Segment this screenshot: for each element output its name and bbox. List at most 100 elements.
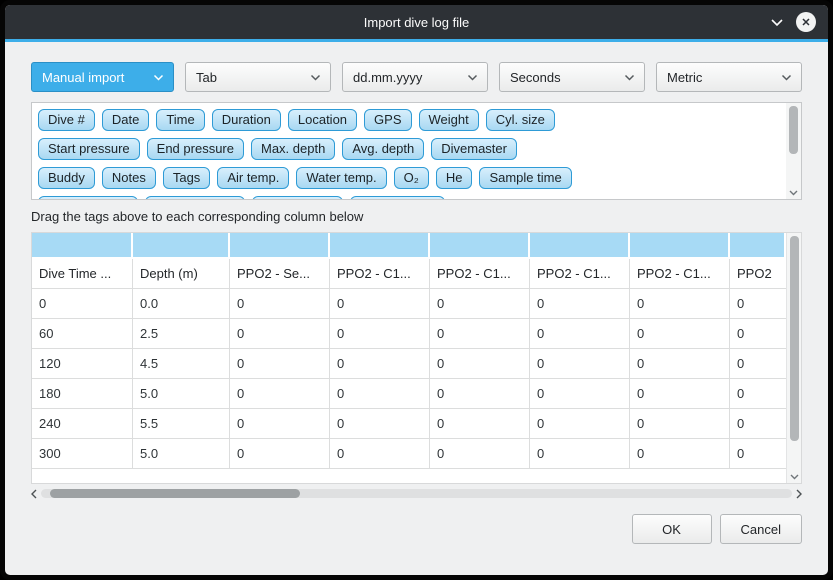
drop-target-cell[interactable]	[430, 233, 530, 259]
tag-divemaster[interactable]: Divemaster	[431, 138, 517, 160]
tag-date[interactable]: Date	[102, 109, 149, 131]
drop-target-cell[interactable]	[32, 233, 133, 259]
tag-row: Buddy Notes Tags Air temp. Water temp. O…	[38, 167, 780, 189]
tag-buddy[interactable]: Buddy	[38, 167, 95, 189]
table-cell: 60	[32, 319, 133, 349]
tag-row-clipped: Sample depth Sample temp. Sample pO₂ Sam…	[38, 196, 780, 199]
column-header: PPO2	[730, 259, 786, 289]
drop-target-cell[interactable]	[730, 233, 786, 259]
column-header: PPO2 - C1...	[330, 259, 430, 289]
table-cell: 5.5	[133, 409, 230, 439]
table-vertical-scrollbar[interactable]	[786, 233, 801, 483]
date-format-value: dd.mm.yyyy	[353, 70, 461, 85]
scrollbar-thumb[interactable]	[789, 106, 798, 154]
drop-target-cell[interactable]	[133, 233, 230, 259]
table-cell: 0	[430, 289, 530, 319]
table-row: 120 4.5 0 0 0 0 0 0	[32, 349, 786, 379]
table-cell: 0	[730, 289, 786, 319]
tag-palette: Dive # Date Time Duration Location GPS W…	[31, 102, 802, 200]
tag-tags[interactable]: Tags	[163, 167, 210, 189]
titlebar[interactable]: Import dive log file ✕	[5, 5, 828, 39]
tag-end-pressure[interactable]: End pressure	[147, 138, 244, 160]
chevron-down-icon	[624, 74, 635, 81]
import-options-row: Manual import Tab dd.mm.yyyy Seconds Met…	[31, 62, 802, 92]
table-cell: 0	[530, 349, 630, 379]
dialog-content: Manual import Tab dd.mm.yyyy Seconds Met…	[5, 42, 828, 575]
table-horizontal-scrollbar[interactable]	[31, 486, 802, 501]
table-cell: 0	[230, 379, 330, 409]
table-cell: 0	[230, 439, 330, 469]
drop-target-cell[interactable]	[530, 233, 630, 259]
chevron-left-icon	[31, 489, 37, 499]
scroll-down-arrow[interactable]	[790, 472, 799, 483]
tag-sample-po2[interactable]: Sample pO₂	[252, 196, 342, 199]
field-separator-select[interactable]: Tab	[185, 62, 331, 92]
tag-dive-number[interactable]: Dive #	[38, 109, 95, 131]
scroll-left-arrow[interactable]	[31, 489, 37, 499]
drop-target-cell[interactable]	[230, 233, 330, 259]
table-cell: 0	[330, 379, 430, 409]
tag-duration[interactable]: Duration	[212, 109, 281, 131]
table-cell: 0	[330, 409, 430, 439]
table-row: 0 0.0 0 0 0 0 0 0	[32, 289, 786, 319]
shade-button[interactable]	[770, 18, 784, 27]
tag-sample-time[interactable]: Sample time	[479, 167, 571, 189]
table-cell: 180	[32, 379, 133, 409]
tag-avg-depth[interactable]: Avg. depth	[342, 138, 424, 160]
titlebar-buttons: ✕	[770, 12, 828, 32]
ok-button[interactable]: OK	[632, 514, 712, 544]
chevron-down-icon	[310, 74, 321, 81]
table-cell: 0	[630, 349, 730, 379]
tag-time[interactable]: Time	[156, 109, 204, 131]
units-select[interactable]: Metric	[656, 62, 802, 92]
table-cell: 120	[32, 349, 133, 379]
table-cell: 0	[730, 349, 786, 379]
tag-cyl-size[interactable]: Cyl. size	[486, 109, 555, 131]
tag-gps[interactable]: GPS	[364, 109, 411, 131]
tag-max-depth[interactable]: Max. depth	[251, 138, 335, 160]
table-cell: 0	[430, 439, 530, 469]
table-cell: 0	[230, 319, 330, 349]
table-cell: 2.5	[133, 319, 230, 349]
table-cell: 0	[530, 289, 630, 319]
tag-air-temp[interactable]: Air temp.	[217, 167, 289, 189]
table-cell: 5.0	[133, 439, 230, 469]
tag-palette-scrollbar[interactable]	[786, 103, 801, 199]
table-cell: 0	[330, 439, 430, 469]
table-cell: 300	[32, 439, 133, 469]
drop-target-cell[interactable]	[630, 233, 730, 259]
units-value: Metric	[667, 70, 775, 85]
cancel-button[interactable]: Cancel	[720, 514, 802, 544]
scrollbar-thumb[interactable]	[50, 489, 300, 498]
scroll-down-arrow[interactable]	[789, 188, 798, 199]
tag-sample-cns[interactable]: Sample CNS	[350, 196, 445, 199]
tag-he[interactable]: He	[436, 167, 473, 189]
import-mode-value: Manual import	[42, 70, 147, 85]
table-cell: 0	[330, 319, 430, 349]
tag-location[interactable]: Location	[288, 109, 357, 131]
chevron-right-icon	[796, 489, 802, 499]
tag-sample-depth[interactable]: Sample depth	[38, 196, 138, 199]
drop-target-cell[interactable]	[330, 233, 430, 259]
column-header: PPO2 - C1...	[430, 259, 530, 289]
scrollbar-thumb[interactable]	[790, 236, 799, 441]
tag-start-pressure[interactable]: Start pressure	[38, 138, 140, 160]
close-button[interactable]: ✕	[796, 12, 816, 32]
tag-o2[interactable]: O₂	[394, 167, 429, 189]
table-row: 180 5.0 0 0 0 0 0 0	[32, 379, 786, 409]
table-cell: 0	[530, 319, 630, 349]
table-cell: 0	[330, 289, 430, 319]
date-format-select[interactable]: dd.mm.yyyy	[342, 62, 488, 92]
duration-format-select[interactable]: Seconds	[499, 62, 645, 92]
tag-water-temp[interactable]: Water temp.	[296, 167, 386, 189]
tag-sample-temp[interactable]: Sample temp.	[145, 196, 245, 199]
table-cell: 0	[430, 319, 530, 349]
table-cell: 0	[630, 319, 730, 349]
tag-notes[interactable]: Notes	[102, 167, 156, 189]
table-cell: 0	[730, 409, 786, 439]
tag-weight[interactable]: Weight	[419, 109, 479, 131]
import-mode-select[interactable]: Manual import	[31, 62, 174, 92]
scroll-right-arrow[interactable]	[796, 489, 802, 499]
scrollbar-track[interactable]	[41, 489, 792, 498]
table-cell: 0	[630, 379, 730, 409]
